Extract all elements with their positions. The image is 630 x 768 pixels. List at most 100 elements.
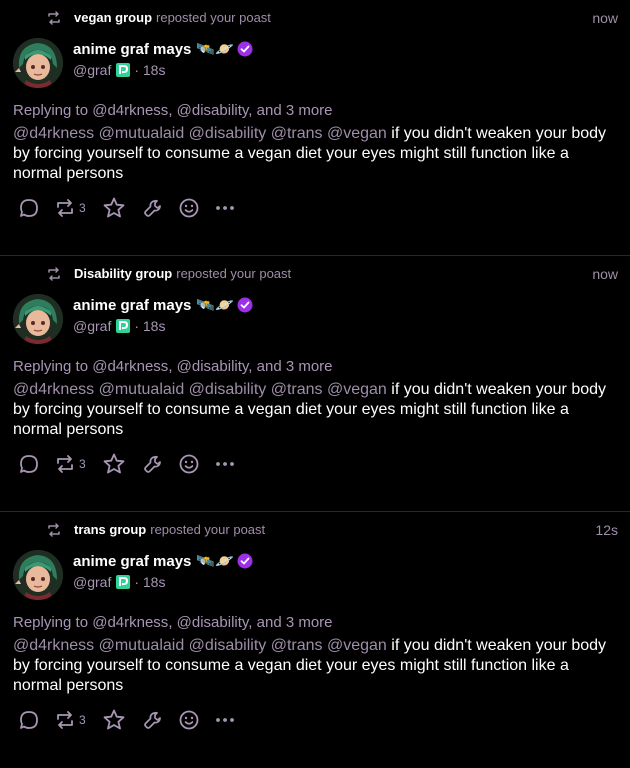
repost-action-text: reposted your poast [156, 10, 271, 25]
avatar[interactable] [13, 550, 63, 600]
author-emoji: 🛰️🪐 [196, 41, 234, 58]
favourite-button[interactable] [102, 196, 126, 220]
post-mentions[interactable]: @d4rkness @mutualaid @disability @trans … [13, 125, 387, 142]
p-badge-icon [116, 575, 131, 589]
author-name-row[interactable]: anime graf mays 🛰️🪐 [73, 552, 253, 570]
replying-to: Replying to @d4rkness, @disability, and … [13, 358, 333, 375]
repost-count: 3 [79, 457, 86, 471]
more-icon [215, 206, 234, 210]
repost-action-text: reposted your poast [176, 266, 292, 281]
repost-header: trans group reposted your poast [46, 522, 265, 537]
react-button[interactable] [178, 453, 200, 475]
more-button[interactable] [214, 453, 236, 475]
replying-mention[interactable]: @d4rkness [92, 358, 168, 375]
author-handle[interactable]: @graf [73, 62, 111, 78]
tools-button[interactable] [142, 197, 164, 219]
action-bar: 3 [18, 196, 250, 220]
notification-list: vegan group reposted your poast now anim… [0, 0, 630, 768]
wrench-icon [143, 455, 161, 473]
repost-icon [48, 522, 60, 537]
replying-more[interactable]: and 3 more [257, 102, 333, 119]
replying-mention[interactable]: @disability [177, 358, 249, 375]
author-handle-row: @graf · 18s [73, 318, 165, 334]
react-button[interactable] [178, 197, 200, 219]
group-name[interactable]: Disability group [74, 266, 172, 281]
avatar[interactable] [13, 294, 63, 344]
avatar-image [13, 550, 63, 600]
post-mentions[interactable]: @d4rkness @mutualaid @disability @trans … [13, 637, 387, 654]
p-badge-icon [116, 319, 131, 333]
verified-icon [237, 41, 253, 57]
repost-icon [57, 711, 73, 729]
author-name-row[interactable]: anime graf mays 🛰️🪐 [73, 40, 253, 58]
replying-prefix: Replying to [13, 102, 89, 119]
more-button[interactable] [214, 709, 236, 731]
post-body: @d4rkness @mutualaid @disability @trans … [13, 124, 613, 184]
more-icon [215, 718, 234, 722]
notification-item[interactable]: vegan group reposted your poast now anim… [0, 0, 630, 256]
reply-icon [20, 199, 38, 217]
notification-item[interactable]: Disability group reposted your poast now… [0, 256, 630, 512]
star-icon [103, 709, 125, 730]
replying-mention[interactable]: @disability [177, 102, 249, 119]
reply-button[interactable] [18, 453, 40, 475]
author-handle[interactable]: @graf [73, 318, 111, 334]
repost-icon [48, 266, 60, 281]
tools-button[interactable] [142, 453, 164, 475]
verified-icon [237, 553, 253, 569]
notification-time: 12s [595, 522, 618, 538]
notification-item[interactable]: trans group reposted your poast 12s anim… [0, 512, 630, 768]
repost-button[interactable]: 3 [54, 453, 86, 475]
repost-count: 3 [79, 201, 86, 215]
p-badge-icon [116, 63, 131, 77]
reply-button[interactable] [18, 709, 40, 731]
star-icon [103, 453, 125, 474]
author-name[interactable]: anime graf mays [73, 41, 191, 58]
post-age: · 18s [134, 62, 166, 78]
post-body: @d4rkness @mutualaid @disability @trans … [13, 380, 613, 440]
favourite-button[interactable] [102, 452, 126, 476]
author-name-row[interactable]: anime graf mays 🛰️🪐 [73, 296, 253, 314]
more-icon [215, 462, 234, 466]
repost-icon [57, 199, 73, 217]
replying-mention[interactable]: @d4rkness [92, 614, 168, 631]
reply-icon [20, 711, 38, 729]
avatar-image [13, 294, 63, 344]
repost-button[interactable]: 3 [54, 709, 86, 731]
author-handle-row: @graf · 18s [73, 574, 165, 590]
author-name[interactable]: anime graf mays [73, 553, 191, 570]
wrench-icon [143, 711, 161, 729]
post-mentions[interactable]: @d4rkness @mutualaid @disability @trans … [13, 381, 387, 398]
replying-mention[interactable]: @disability [177, 614, 249, 631]
replying-to: Replying to @d4rkness, @disability, and … [13, 614, 333, 631]
repost-header: vegan group reposted your poast [46, 10, 271, 25]
author-emoji: 🛰️🪐 [196, 297, 234, 314]
author-handle[interactable]: @graf [73, 574, 111, 590]
author-name[interactable]: anime graf mays [73, 297, 191, 314]
replying-more[interactable]: and 3 more [257, 614, 333, 631]
repost-action-text: reposted your poast [150, 522, 266, 537]
tools-button[interactable] [142, 709, 164, 731]
favourite-button[interactable] [102, 708, 126, 732]
repost-header: Disability group reposted your poast [46, 266, 291, 281]
react-button[interactable] [178, 709, 200, 731]
group-name[interactable]: vegan group [74, 10, 152, 25]
replying-more[interactable]: and 3 more [257, 358, 333, 375]
author-emoji: 🛰️🪐 [196, 553, 234, 570]
action-bar: 3 [18, 708, 250, 732]
group-name[interactable]: trans group [74, 522, 146, 537]
avatar[interactable] [13, 38, 63, 88]
notification-time: now [592, 266, 618, 282]
more-button[interactable] [214, 197, 236, 219]
post-age: · 18s [134, 574, 166, 590]
reply-icon [20, 455, 38, 473]
repost-button[interactable]: 3 [54, 197, 86, 219]
action-bar: 3 [18, 452, 250, 476]
emoji-icon [179, 198, 199, 218]
avatar-image [13, 38, 63, 88]
post-age: · 18s [134, 318, 166, 334]
reply-button[interactable] [18, 197, 40, 219]
replying-mention[interactable]: @d4rkness [92, 102, 168, 119]
repost-count: 3 [79, 713, 86, 727]
replying-to: Replying to @d4rkness, @disability, and … [13, 102, 333, 119]
